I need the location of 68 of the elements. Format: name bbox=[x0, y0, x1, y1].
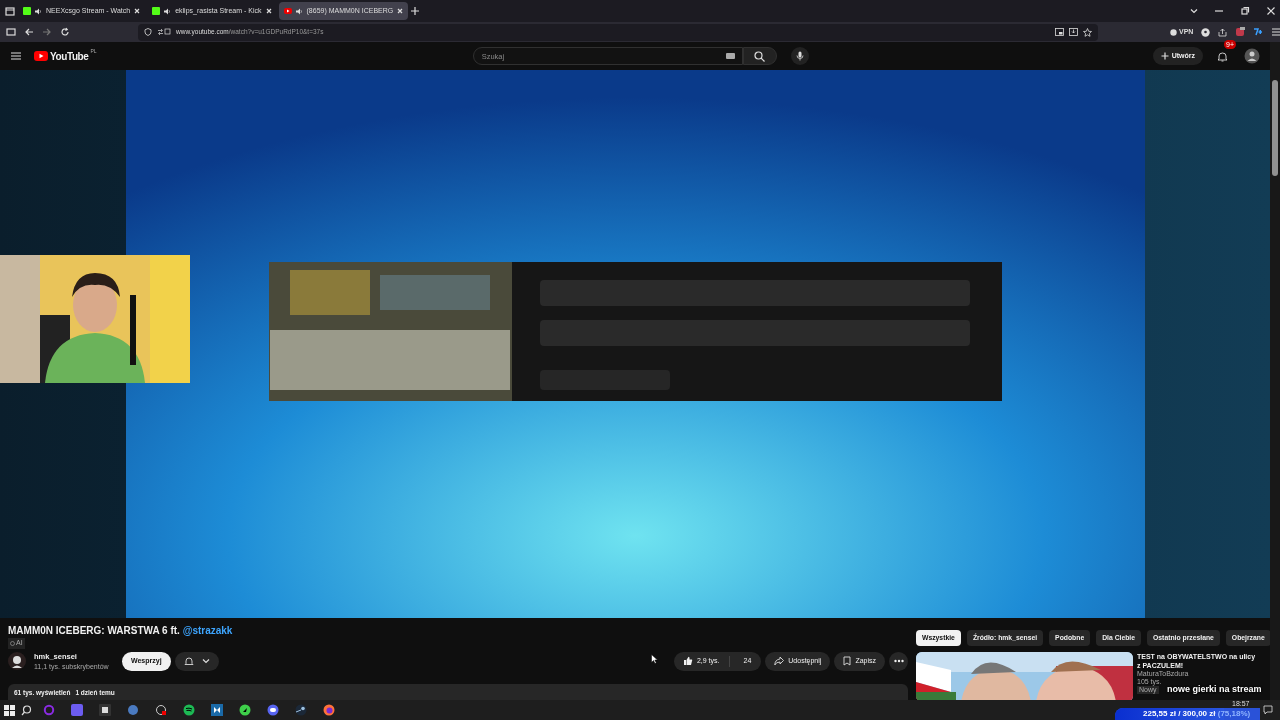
extension-icon[interactable] bbox=[1235, 27, 1246, 37]
menu-icon[interactable] bbox=[1271, 27, 1280, 37]
play-icon bbox=[34, 51, 48, 61]
info-icon bbox=[10, 640, 15, 646]
menu-icon[interactable] bbox=[10, 50, 22, 62]
thumbs-up-icon bbox=[682, 656, 693, 667]
steam-icon[interactable] bbox=[295, 704, 307, 716]
keyboard-icon[interactable] bbox=[725, 53, 735, 59]
close-icon[interactable] bbox=[134, 8, 141, 14]
share-arrow-icon bbox=[774, 656, 785, 667]
permissions-icon bbox=[157, 28, 171, 36]
favicon-icon bbox=[152, 7, 161, 15]
microphone-button[interactable] bbox=[790, 47, 809, 65]
new-tab-icon[interactable] bbox=[410, 6, 421, 16]
goal-percent: (75,18%) bbox=[1217, 709, 1251, 718]
microphone-icon bbox=[795, 51, 804, 61]
close-icon[interactable] bbox=[397, 8, 404, 14]
account-icon[interactable] bbox=[1201, 27, 1211, 37]
back-icon[interactable] bbox=[24, 27, 34, 37]
more-button[interactable] bbox=[889, 651, 908, 671]
bell-icon[interactable] bbox=[1217, 51, 1228, 63]
stream-caption: nowe gierki na stream bbox=[1167, 682, 1262, 696]
browser-icon[interactable] bbox=[323, 704, 335, 716]
scrollbar[interactable] bbox=[1270, 42, 1280, 700]
subscription-button[interactable] bbox=[174, 651, 219, 671]
sidebar-icon[interactable] bbox=[6, 27, 16, 37]
search-icon[interactable] bbox=[21, 704, 32, 716]
youtube-logo[interactable]: YouTube $^{PL}$ bbox=[34, 48, 97, 64]
gauge-icon[interactable] bbox=[155, 704, 167, 716]
chevron-down-icon bbox=[201, 657, 210, 666]
close-icon[interactable] bbox=[265, 8, 272, 14]
reload-icon[interactable] bbox=[60, 27, 70, 37]
download-icon[interactable] bbox=[1069, 28, 1078, 36]
cursor-icon bbox=[651, 654, 658, 664]
bell-icon bbox=[183, 656, 194, 667]
app-icon[interactable] bbox=[211, 704, 223, 716]
forward-icon[interactable] bbox=[42, 27, 52, 37]
extension-icon[interactable] bbox=[1253, 27, 1264, 37]
more-icon bbox=[893, 659, 904, 664]
share-icon[interactable] bbox=[1218, 27, 1228, 37]
search-icon bbox=[754, 50, 766, 62]
speaker-icon bbox=[295, 7, 303, 15]
avatar-icon[interactable] bbox=[1244, 48, 1260, 64]
plus-icon bbox=[1160, 52, 1169, 60]
close-icon[interactable] bbox=[1266, 6, 1276, 16]
favicon-icon bbox=[23, 7, 31, 15]
star-icon[interactable] bbox=[1083, 27, 1092, 37]
windows-icon[interactable] bbox=[4, 704, 15, 716]
speaker-icon bbox=[164, 7, 172, 15]
ring-icon[interactable] bbox=[43, 704, 55, 716]
chevron-down-icon[interactable] bbox=[1190, 7, 1198, 15]
bookmark-icon bbox=[843, 656, 852, 667]
orb-icon[interactable] bbox=[127, 704, 139, 716]
restore-icon[interactable] bbox=[1240, 6, 1250, 16]
app-icon[interactable] bbox=[239, 704, 251, 716]
search-button[interactable] bbox=[742, 47, 777, 65]
picture-in-picture-icon[interactable] bbox=[1055, 28, 1064, 36]
favicon-icon bbox=[283, 7, 292, 15]
app-icon[interactable] bbox=[183, 704, 195, 716]
goal-amount: 225,55 zł / 300,00 zł bbox=[1143, 709, 1216, 718]
tab-list-icon[interactable] bbox=[4, 5, 16, 17]
app-icon[interactable] bbox=[99, 704, 111, 716]
speaker-icon bbox=[35, 7, 42, 15]
mention-link[interactable]: @strazakk bbox=[182, 625, 233, 636]
channel-avatar-icon[interactable] bbox=[8, 652, 26, 671]
discord-icon[interactable] bbox=[267, 704, 279, 716]
chat-icon[interactable] bbox=[1263, 705, 1273, 715]
video-title: MAMM0N ICEBERG: WARSTWA 6 ft. @strazakk bbox=[8, 625, 234, 637]
